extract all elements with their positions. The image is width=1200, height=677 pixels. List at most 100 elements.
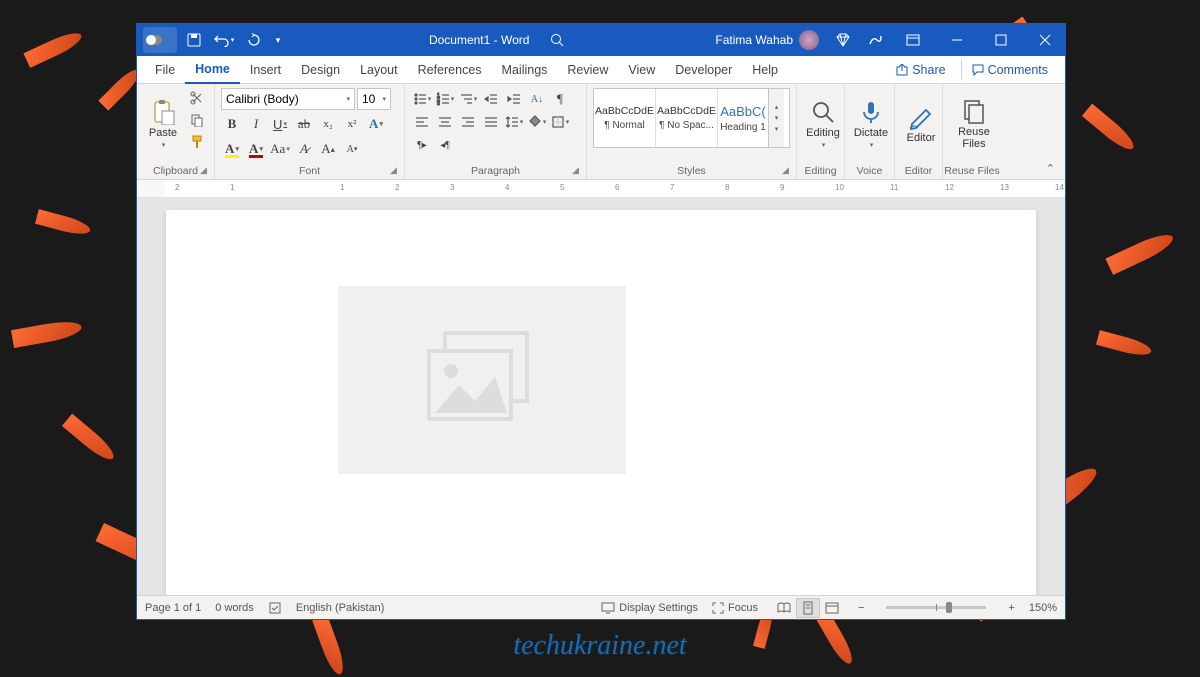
ribbon-mode-button[interactable] xyxy=(893,24,933,56)
zoom-in-button[interactable]: + xyxy=(1008,602,1014,614)
show-marks-button[interactable]: ¶ xyxy=(549,88,571,110)
image-placeholder[interactable] xyxy=(338,286,626,474)
highlight-button[interactable]: A▾ xyxy=(221,138,243,160)
justify-button[interactable] xyxy=(480,111,502,133)
style-no-spacing[interactable]: AaBbCcDdE¶ No Spac... xyxy=(656,89,718,147)
underline-button[interactable]: U▾ xyxy=(269,113,291,135)
rtl-button[interactable]: ◂¶ xyxy=(434,134,456,156)
group-label: Editing xyxy=(797,165,844,177)
shrink-font-button[interactable]: A▾ xyxy=(341,138,363,160)
bullets-button[interactable]: ▾ xyxy=(411,88,433,110)
style-heading-1[interactable]: AaBbC(Heading 1 xyxy=(718,89,768,147)
tab-developer[interactable]: Developer xyxy=(665,56,742,84)
superscript-button[interactable]: x² xyxy=(341,113,363,135)
styles-launcher[interactable]: ◢ xyxy=(782,165,792,175)
minimize-button[interactable] xyxy=(937,24,977,56)
font-color-button[interactable]: A▾ xyxy=(245,138,267,160)
sort-button[interactable]: A↓ xyxy=(526,88,548,110)
borders-button[interactable]: ▾ xyxy=(549,111,571,133)
copy-button[interactable] xyxy=(187,110,207,130)
tab-layout[interactable]: Layout xyxy=(350,56,408,84)
subscript-button[interactable]: x₂ xyxy=(317,113,339,135)
word-count[interactable]: 0 words xyxy=(215,602,254,614)
qat-customize[interactable]: ▾ xyxy=(271,27,285,53)
font-size-select[interactable]: 10▾ xyxy=(357,88,391,110)
language-status[interactable]: English (Pakistan) xyxy=(296,602,385,614)
horizontal-ruler[interactable]: 21 1234567891011121314 xyxy=(137,180,1065,198)
italic-button[interactable]: I xyxy=(245,113,267,135)
shading-button[interactable]: ▾ xyxy=(526,111,548,133)
tab-file[interactable]: File xyxy=(145,56,185,84)
decrease-indent-button[interactable] xyxy=(480,88,502,110)
align-center-button[interactable] xyxy=(434,111,456,133)
ribbon-display-icon[interactable] xyxy=(861,26,889,54)
group-label: Voice xyxy=(845,165,894,177)
editing-button[interactable]: Editing▾ xyxy=(803,88,843,160)
search-icon[interactable] xyxy=(543,26,571,54)
font-launcher[interactable]: ◢ xyxy=(390,165,400,175)
undo-button[interactable]: ▾ xyxy=(211,27,237,53)
dictate-button[interactable]: Dictate▾ xyxy=(851,88,891,160)
editor-button[interactable]: Editor xyxy=(901,88,941,160)
share-button[interactable]: Share xyxy=(887,59,954,81)
group-editor: Editor Editor xyxy=(895,84,943,179)
svg-text:3: 3 xyxy=(437,101,440,106)
redo-button[interactable] xyxy=(241,27,267,53)
zoom-out-button[interactable]: − xyxy=(858,602,864,614)
font-name-select[interactable]: Calibri (Body)▾ xyxy=(221,88,355,110)
strikethrough-button[interactable]: ab xyxy=(293,113,315,135)
paragraph-launcher[interactable]: ◢ xyxy=(572,165,582,175)
print-layout-button[interactable] xyxy=(796,598,820,618)
reuse-files-button[interactable]: Reuse Files xyxy=(949,88,999,160)
paste-button[interactable]: Paste ▾ xyxy=(143,88,183,160)
bold-button[interactable]: B xyxy=(221,113,243,135)
numbering-button[interactable]: 123▾ xyxy=(434,88,456,110)
text-effects-button[interactable]: A▾ xyxy=(365,113,387,135)
close-button[interactable] xyxy=(1025,24,1065,56)
format-painter-button[interactable] xyxy=(187,132,207,152)
display-settings[interactable]: Display Settings xyxy=(601,602,698,614)
align-left-button[interactable] xyxy=(411,111,433,133)
tab-mailings[interactable]: Mailings xyxy=(492,56,558,84)
collapse-ribbon-button[interactable]: ⌃ xyxy=(1046,162,1055,175)
save-button[interactable] xyxy=(181,27,207,53)
styles-more[interactable]: ▴▾▾ xyxy=(768,89,784,147)
diamond-icon[interactable] xyxy=(829,26,857,54)
ltr-button[interactable]: ¶▸ xyxy=(411,134,433,156)
watermark: techukraine.net xyxy=(513,630,686,662)
word-window: ▾ ▾ Document1 - Word Fatima Wahab File H… xyxy=(136,23,1066,620)
cut-button[interactable] xyxy=(187,88,207,108)
clear-formatting-button[interactable]: A̷ xyxy=(293,138,315,160)
focus-mode[interactable]: Focus xyxy=(712,602,758,614)
tab-review[interactable]: Review xyxy=(557,56,618,84)
page-number[interactable]: Page 1 of 1 xyxy=(145,602,201,614)
align-right-button[interactable] xyxy=(457,111,479,133)
group-clipboard: Paste ▾ Clipboard ◢ xyxy=(137,84,215,179)
style-normal[interactable]: AaBbCcDdE¶ Normal xyxy=(594,89,656,147)
maximize-button[interactable] xyxy=(981,24,1021,56)
tab-view[interactable]: View xyxy=(618,56,665,84)
zoom-level[interactable]: 150% xyxy=(1029,602,1057,614)
ribbon: Paste ▾ Clipboard ◢ Calibri (Body)▾ 10▾ xyxy=(137,84,1065,180)
line-spacing-button[interactable]: ▾ xyxy=(503,111,525,133)
spell-check-icon[interactable] xyxy=(268,601,282,615)
document-area[interactable] xyxy=(137,198,1065,595)
styles-gallery[interactable]: AaBbCcDdE¶ Normal AaBbCcDdE¶ No Spac... … xyxy=(593,88,790,148)
user-account[interactable]: Fatima Wahab xyxy=(709,30,825,50)
zoom-slider[interactable] xyxy=(886,606,986,609)
tab-home[interactable]: Home xyxy=(185,56,240,84)
comments-button[interactable]: Comments xyxy=(961,59,1057,81)
increase-indent-button[interactable] xyxy=(503,88,525,110)
tab-design[interactable]: Design xyxy=(291,56,350,84)
read-mode-button[interactable] xyxy=(772,598,796,618)
multilevel-list-button[interactable]: ▾ xyxy=(457,88,479,110)
page[interactable] xyxy=(166,210,1036,595)
tab-help[interactable]: Help xyxy=(742,56,788,84)
clipboard-launcher[interactable]: ◢ xyxy=(200,165,210,175)
web-layout-button[interactable] xyxy=(820,598,844,618)
grow-font-button[interactable]: A▴ xyxy=(317,138,339,160)
tab-references[interactable]: References xyxy=(408,56,492,84)
change-case-button[interactable]: Aa▾ xyxy=(269,138,291,160)
tab-insert[interactable]: Insert xyxy=(240,56,291,84)
autosave-toggle[interactable] xyxy=(143,27,177,53)
